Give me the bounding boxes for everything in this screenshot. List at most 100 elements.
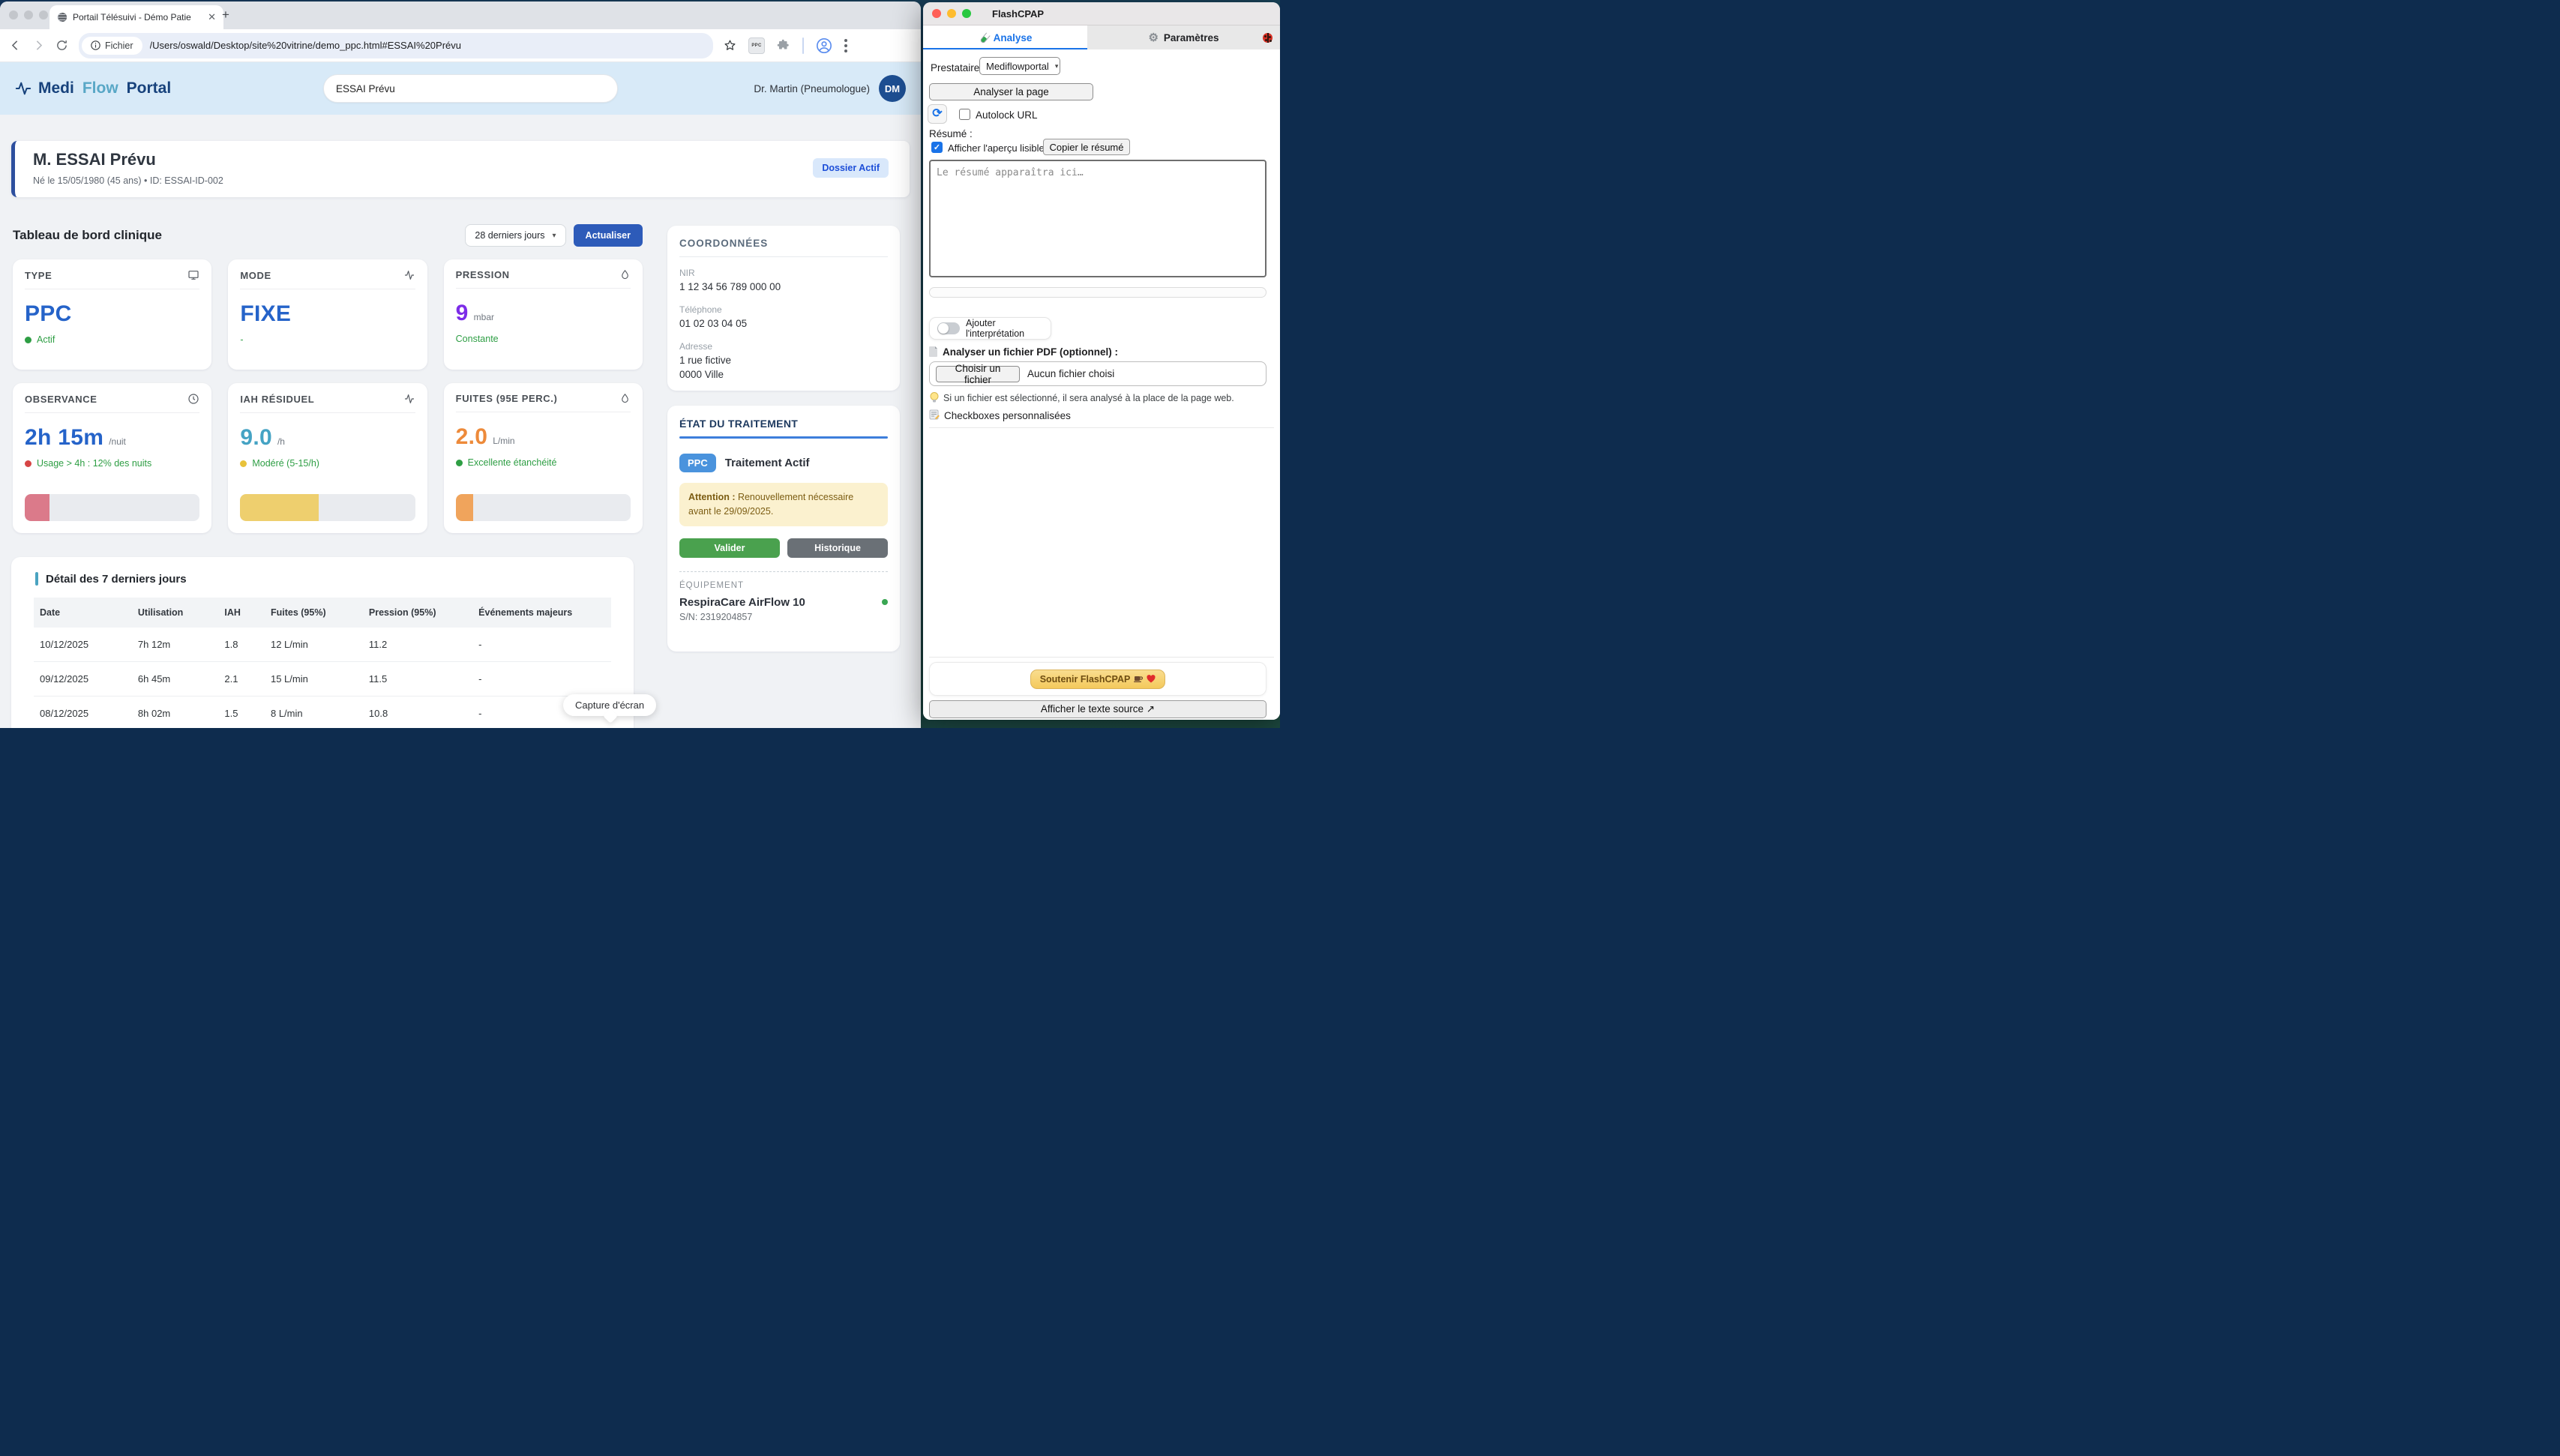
copy-summary-button[interactable]: Copier le résumé <box>1043 139 1130 155</box>
history-button[interactable]: Historique <box>787 538 888 558</box>
card-value: 9.0 <box>240 425 272 451</box>
pulse-icon <box>15 80 31 97</box>
file-input[interactable]: Choisir un fichier Aucun fichier choisi <box>929 361 1267 386</box>
flashcpap-titlebar: FlashCPAP <box>923 2 1280 25</box>
stat-card-fuites: FUITES (95E PERC.) 2.0L/min Excellente é… <box>444 383 643 533</box>
window-traffic-lights[interactable] <box>9 10 48 19</box>
table-header-row: Date Utilisation IAH Fuites (95%) Pressi… <box>34 598 611 628</box>
progress-track <box>456 494 631 521</box>
show-source-button[interactable]: Afficher le texte source ↗ <box>929 700 1267 718</box>
tab-analyse[interactable]: Analyse <box>923 25 1087 50</box>
dashed-divider <box>679 571 888 572</box>
device-name: RespiraCare AirFlow 10 <box>679 596 882 609</box>
profile-avatar-icon[interactable] <box>816 37 832 54</box>
choose-file-button[interactable]: Choisir un fichier <box>936 366 1020 382</box>
minimize-window-button[interactable] <box>947 9 956 18</box>
browser-menu-icon[interactable] <box>844 39 847 52</box>
refresh-url-button[interactable]: ⟳ <box>928 104 947 124</box>
patient-banner: M. ESSAI Prévu Né le 15/05/1980 (45 ans)… <box>11 141 910 197</box>
flashcpap-body: Prestataire : Mediflowportal ▾ Analyser … <box>923 49 1280 720</box>
browser-window: Portail Télésuivi - Démo Patie ✕ + Fichi… <box>0 1 921 728</box>
url-text[interactable]: /Users/oswald/Desktop/site%20vitrine/dem… <box>150 40 461 51</box>
card-label: FUITES (95E PERC.) <box>456 393 558 404</box>
tab-parametres[interactable]: ⚙ Paramètres <box>1087 25 1280 50</box>
url-scheme-chip[interactable]: Fichier <box>82 37 142 55</box>
reload-icon[interactable] <box>55 39 68 52</box>
extensions-puzzle-icon[interactable] <box>777 39 790 52</box>
col-date: Date <box>34 598 132 628</box>
file-none-label: Aucun fichier choisi <box>1027 368 1114 379</box>
nir-label: NIR <box>679 268 888 278</box>
validate-button[interactable]: Valider <box>679 538 780 558</box>
title-underline <box>679 436 888 439</box>
dashboard-header: Tableau de bord clinique 28 derniers jou… <box>13 224 643 247</box>
address-label: Adresse <box>679 341 888 352</box>
portal-main: M. ESSAI Prévu Né le 15/05/1980 (45 ans)… <box>0 115 921 728</box>
toggle-switch[interactable] <box>937 322 960 334</box>
gear-icon: ⚙ <box>1148 32 1158 43</box>
card-value: 2.0 <box>456 424 488 450</box>
info-icon <box>91 40 100 50</box>
flashcpap-extension-icon[interactable]: PPC <box>748 37 765 54</box>
summary-textarea[interactable] <box>929 160 1267 277</box>
card-value: PPC <box>25 301 72 327</box>
traitement-status: Traitement Actif <box>725 457 810 469</box>
window-traffic-lights[interactable] <box>932 9 971 18</box>
zoom-window-button[interactable] <box>962 9 971 18</box>
minimize-window-button[interactable] <box>24 10 33 19</box>
url-chip-label: Fichier <box>105 40 133 51</box>
custom-checkboxes-summary[interactable]: Checkboxes personnalisées <box>944 410 1071 421</box>
resume-label: Résumé : <box>929 128 973 139</box>
flashcpap-window: FlashCPAP Analyse ⚙ Paramètres Prestatai… <box>923 2 1280 720</box>
forward-icon[interactable] <box>32 39 45 52</box>
activity-icon <box>403 393 415 405</box>
dashboard-title: Tableau de bord clinique <box>13 228 162 243</box>
traitement-card: ÉTAT DU TRAITEMENT PPC Traitement Actif … <box>667 406 900 652</box>
monitor-icon <box>187 269 199 281</box>
title-accent-bar <box>35 572 38 586</box>
new-tab-button[interactable]: + <box>222 7 229 22</box>
back-icon[interactable] <box>9 39 22 52</box>
browser-tab[interactable]: Portail Télésuivi - Démo Patie ✕ <box>49 5 223 29</box>
close-window-button[interactable] <box>932 9 941 18</box>
preview-checkbox[interactable]: ✓ <box>931 142 943 153</box>
phone-value: 01 02 03 04 05 <box>679 317 888 331</box>
chevron-down-icon: ▾ <box>553 232 556 240</box>
clock-icon <box>187 393 199 405</box>
card-label: OBSERVANCE <box>25 394 97 405</box>
zoom-window-button[interactable] <box>39 10 48 19</box>
coordonnees-title: COORDONNÉES <box>679 238 888 249</box>
autolock-checkbox[interactable] <box>959 109 970 120</box>
card-label: TYPE <box>25 270 52 281</box>
close-window-button[interactable] <box>9 10 18 19</box>
status-dot <box>25 460 31 467</box>
debug-ladybug-icon[interactable] <box>1263 33 1273 43</box>
interpretation-toggle-box[interactable]: Ajouter l'interprétation <box>929 317 1051 340</box>
toggle-label: Ajouter l'interprétation <box>966 318 1043 339</box>
progress-track <box>25 494 199 521</box>
phone-label: Téléphone <box>679 304 888 315</box>
user-info: Dr. Martin (Pneumologue) DM <box>754 75 906 102</box>
card-label: MODE <box>240 270 271 281</box>
flashcpap-title: FlashCPAP <box>992 8 1044 19</box>
tab-close-icon[interactable]: ✕ <box>208 11 216 23</box>
card-status: Excellente étanchéité <box>468 457 557 468</box>
droplet-icon <box>619 393 631 404</box>
support-button[interactable]: Soutenir FlashCPAP <box>1030 670 1166 689</box>
period-select[interactable]: 28 derniers jours ▾ <box>465 224 565 247</box>
doctor-name: Dr. Martin (Pneumologue) <box>754 83 870 94</box>
bulb-icon <box>930 392 939 403</box>
col-fuites: Fuites (95%) <box>265 598 363 628</box>
provider-select[interactable]: Mediflowportal ▾ <box>979 57 1060 75</box>
analyze-page-button[interactable]: Analyser la page <box>929 83 1093 100</box>
patient-search-input[interactable] <box>323 74 618 103</box>
card-value: 9 <box>456 301 469 326</box>
bookmark-star-icon[interactable] <box>724 39 736 52</box>
address-bar[interactable]: Fichier /Users/oswald/Desktop/site%20vit… <box>79 33 713 58</box>
status-dot <box>240 460 247 467</box>
brand-part-2: Flow <box>82 79 118 97</box>
avatar[interactable]: DM <box>879 75 906 102</box>
refresh-button[interactable]: Actualiser <box>574 224 643 247</box>
memo-icon <box>929 409 940 420</box>
status-dot <box>456 460 463 466</box>
